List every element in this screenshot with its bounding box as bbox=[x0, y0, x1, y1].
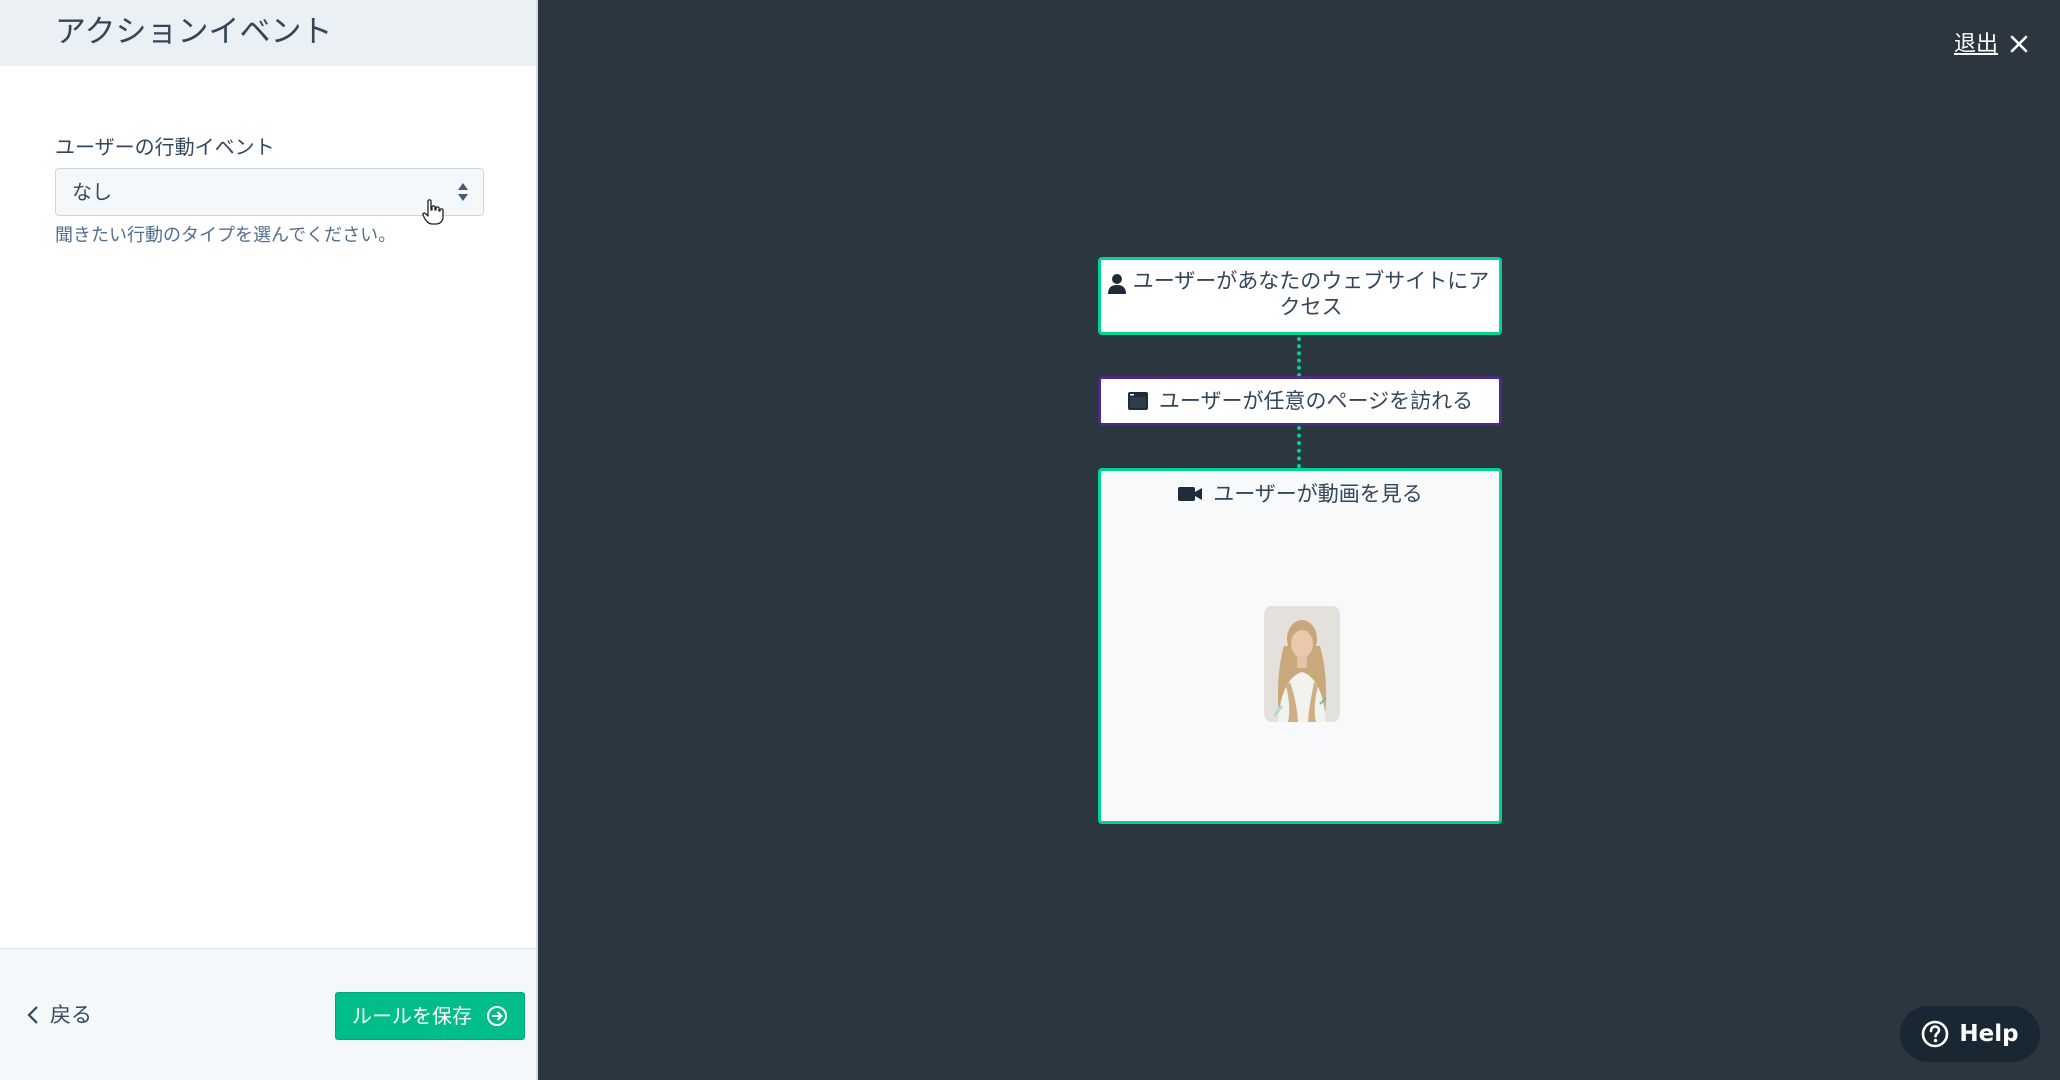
browser-window-icon bbox=[1127, 392, 1148, 410]
chevron-left-icon bbox=[27, 1006, 38, 1024]
flow-connector bbox=[1297, 337, 1301, 377]
flow-step-row: ユーザーが任意のページを訪れる bbox=[1101, 379, 1499, 423]
flow-step-watch-video[interactable]: ユーザーが動画を見る bbox=[1098, 468, 1502, 824]
select-value: なし bbox=[72, 180, 112, 204]
flow-step-label: ユーザーがあなたのウェブサイトにアクセス bbox=[1132, 269, 1490, 319]
panel-header: アクションイベント bbox=[0, 0, 536, 66]
flow-step-row: ユーザーが動画を見る bbox=[1101, 481, 1499, 507]
back-label: 戻る bbox=[50, 1003, 92, 1027]
event-type-label: ユーザーの行動イベント bbox=[55, 135, 275, 159]
sort-arrows-icon bbox=[458, 183, 468, 201]
flow-step-label: ユーザーが任意のページを訪れる bbox=[1158, 389, 1474, 413]
question-circle-icon bbox=[1922, 1020, 1949, 1048]
rule-editor: アクションイベント ユーザーの行動イベント なし 聞きたい行動のタイプを選んでく… bbox=[0, 0, 2060, 1080]
back-button[interactable]: 戻る bbox=[26, 1000, 92, 1030]
video-camera-icon bbox=[1178, 487, 1203, 501]
flow-step-label: ユーザーが動画を見る bbox=[1213, 482, 1423, 506]
field-help-text: 聞きたい行動のタイプを選んでください。 bbox=[55, 225, 397, 246]
help-label: Help bbox=[1959, 1021, 2019, 1047]
close-icon[interactable] bbox=[2010, 35, 2028, 53]
arrow-circle-right-icon bbox=[487, 1006, 507, 1026]
help-button[interactable]: Help bbox=[1900, 1006, 2040, 1062]
video-thumbnail[interactable] bbox=[1264, 606, 1340, 722]
flow-connector bbox=[1297, 426, 1301, 468]
panel-title: アクションイベント bbox=[55, 14, 333, 50]
event-type-select[interactable]: なし bbox=[55, 168, 484, 216]
save-rule-label: ルールを保存 bbox=[352, 1004, 472, 1028]
exit-link[interactable]: 退出 bbox=[1954, 30, 1998, 60]
flow-step-page-visit[interactable]: ユーザーが任意のページを訪れる bbox=[1098, 376, 1502, 426]
save-rule-button[interactable]: ルールを保存 bbox=[335, 992, 525, 1040]
flow-step-website-visit[interactable]: ユーザーがあなたのウェブサイトにアクセス bbox=[1098, 257, 1502, 335]
side-panel: アクションイベント ユーザーの行動イベント なし 聞きたい行動のタイプを選んでく… bbox=[0, 0, 538, 1080]
